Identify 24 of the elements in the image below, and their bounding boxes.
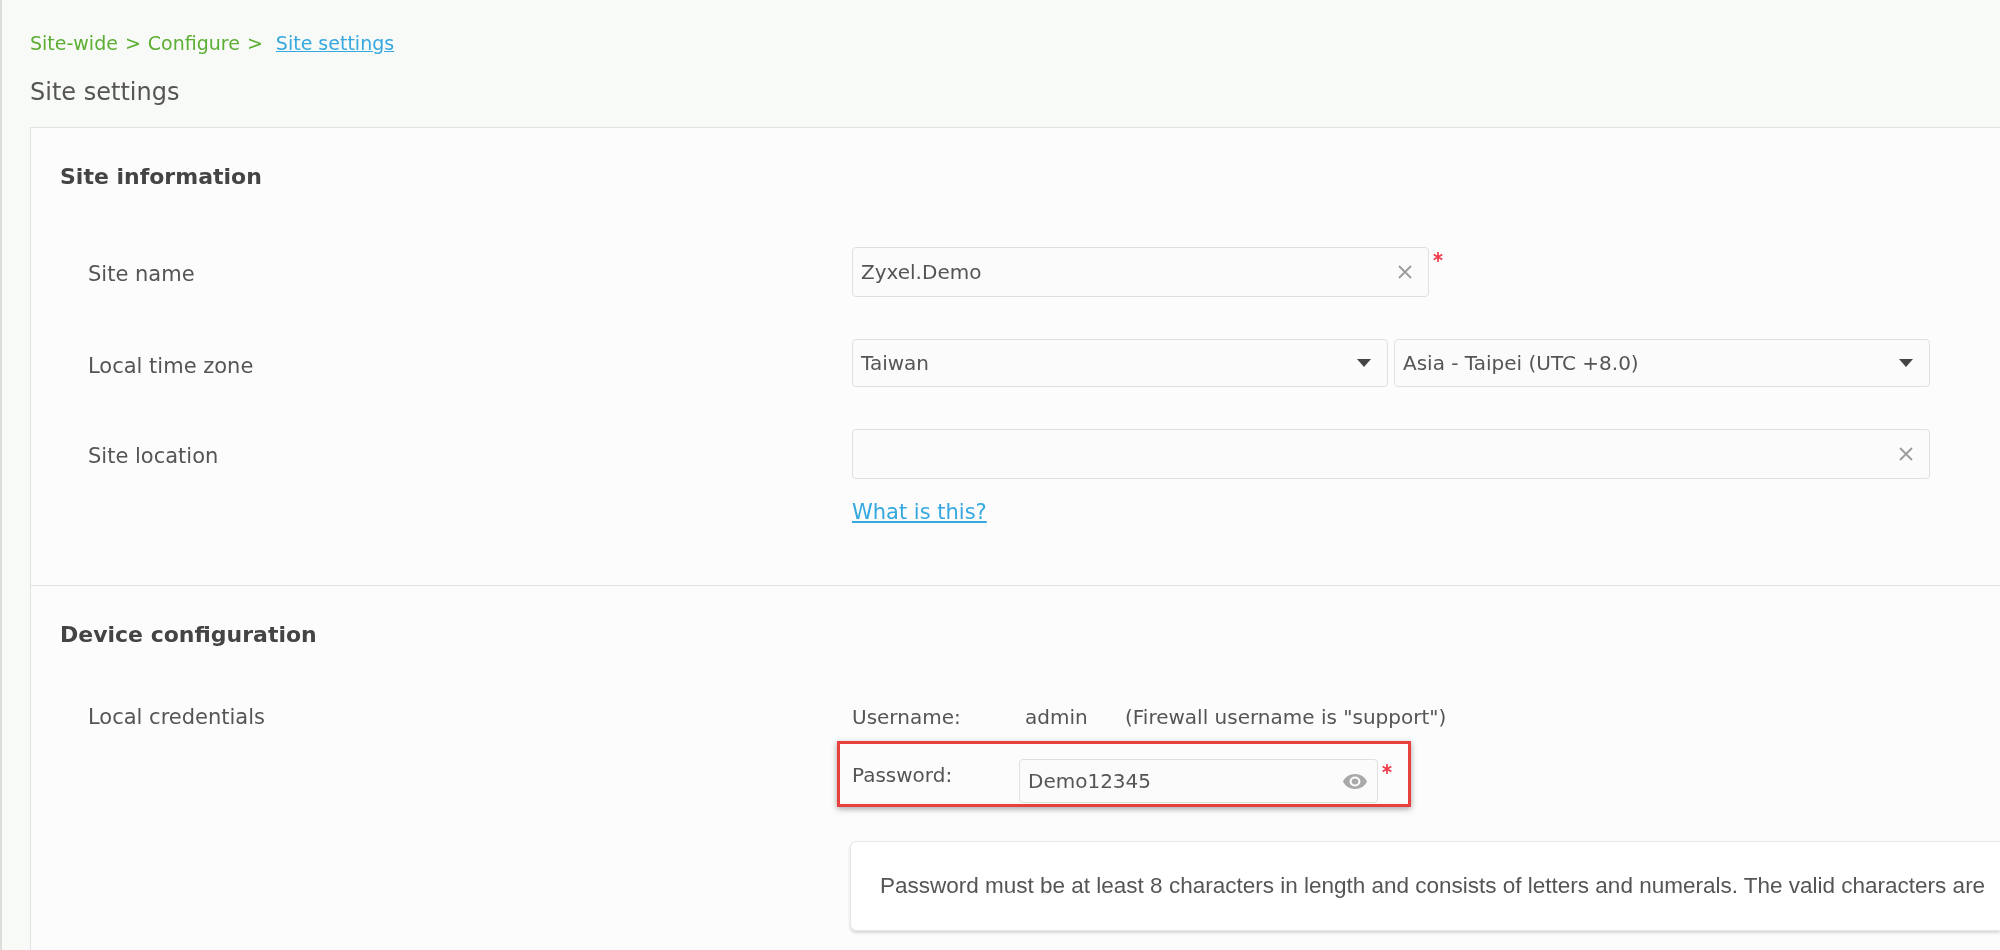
field-label: Site name	[88, 261, 195, 286]
username-note: (Firewall username is "support")	[1125, 705, 1447, 729]
field-label: Local credentials	[88, 705, 265, 729]
dropdown[interactable]: Asia - Taipei (UTC +8.0)	[1394, 339, 1930, 387]
username-value: admin	[1025, 705, 1088, 729]
dropdown[interactable]: Taiwan	[852, 339, 1388, 387]
breadcrumb-separator: >	[124, 31, 141, 55]
eye-icon[interactable]	[1343, 774, 1367, 789]
password-rule-text: Password must be at least 8 characters in length and consists of letters and numerals. The valid characters are	[880, 873, 1986, 899]
username-label: Username:	[852, 705, 961, 729]
text-field[interactable]: Zyxel.Demo	[852, 247, 1429, 297]
section-title: Site information	[60, 163, 262, 191]
section-title: Device configuration	[60, 621, 317, 649]
text-field[interactable]	[852, 429, 1930, 479]
caret-icon	[1899, 359, 1913, 367]
breadcrumb-separator: >	[246, 31, 263, 55]
page-title: Site settings	[30, 77, 180, 107]
password-label: Password:	[852, 763, 954, 787]
caret-icon	[1357, 359, 1371, 367]
field-label: Local time zone	[88, 353, 254, 378]
cross-icon[interactable]	[1899, 447, 1913, 461]
field-label: Site location	[88, 443, 219, 468]
password-field[interactable]: Demo12345	[1019, 759, 1378, 803]
cross-icon[interactable]	[1398, 265, 1412, 279]
